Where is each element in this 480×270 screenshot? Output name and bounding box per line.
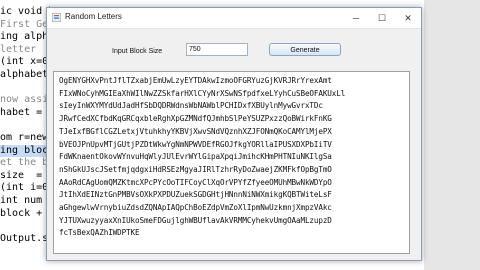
close-button[interactable]: ✕ [395, 8, 421, 28]
output-line: nShGkUJscJSetfmjqdgxiHdRSEzMgyaJIRlTzhrR… [59, 164, 332, 174]
block-size-input[interactable] [186, 43, 248, 56]
minimize-button[interactable]: ─ [343, 8, 369, 28]
java-app-icon [52, 13, 61, 22]
window-title: Random Letters [65, 12, 122, 21]
maximize-button[interactable]: ☐ [369, 8, 395, 28]
output-line: bVEOJPnUpvMTjGUtjPZDtWkwYgNmNPWVDEfRGOJf… [59, 139, 332, 149]
block-size-label: Input Block Size [112, 48, 163, 55]
output-line: TJeIxfBGflCGZLetxjVtuhkhyYKBVjXwvSNdVQzn… [59, 126, 332, 136]
output-line: OgENYGHXvPntJflTZxabjEmUwLzyEYTDAkwIzmoO… [59, 76, 332, 85]
editor-right-panel [424, 0, 480, 270]
output-line: AAoRdCAgUomQMZKtmcXPcPYcOoTIFCoyClXqOrVP… [59, 177, 332, 187]
output-line: JtIhXdEINztGnPMBVsOXkPXPDUZuekSGDGHtjHNn… [59, 190, 332, 200]
title-bar[interactable]: Random Letters ─ ☐ ✕ [47, 8, 421, 29]
generate-button[interactable]: Generate [269, 43, 341, 56]
output-line: aGhgewlwVrnybiuZdsdZQNApIAQpChBoEZdpVmZo… [59, 203, 332, 212]
random-letters-window: Random Letters ─ ☐ ✕ Input Block Size Ge… [46, 7, 422, 261]
output-line: fcTsBexQAZhIWDPTKE [59, 228, 140, 238]
output-line: YJTUXwuzyyaxXnIUkoSmeFDGujlghWBUflavAkVR… [59, 215, 332, 225]
output-line: FIxWNoCyhMGIEaXhWIlNwZZSkfarHXlCYyNrXSwN… [59, 88, 346, 98]
output-line: sIeyInWXYMYdUdJadHfSbDQDRWdnsWbNAWblPCHI… [59, 101, 323, 111]
output-text-area[interactable]: OgENYGHXvPntJflTZxabjEmUwLzyEYTDAkwIzmoO… [53, 71, 410, 254]
output-line: FdWKnaentOkovWYnvuHqWlyJUlEvrWYlGipaXpqi… [59, 152, 332, 162]
output-line: JRwfCedXCfbdKqGRCqxbleRghXpGZMNdfQJmhbSl… [59, 114, 332, 124]
